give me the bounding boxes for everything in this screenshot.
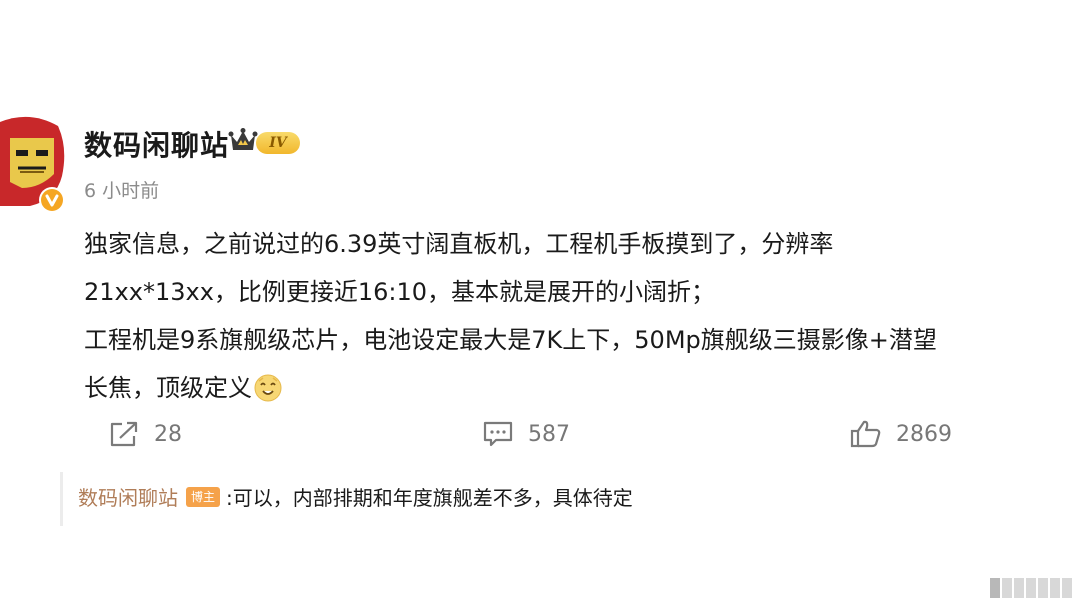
emoji-icon xyxy=(253,371,283,402)
repost-count: 28 xyxy=(154,421,182,447)
post-line-last: 长焦，顶级定义 xyxy=(84,364,1080,412)
username[interactable]: 数码闲聊站 xyxy=(84,124,229,164)
like-button[interactable]: 2869 xyxy=(850,418,952,450)
comment-button[interactable]: 587 xyxy=(482,418,570,450)
verified-badge-icon xyxy=(38,186,66,214)
dot xyxy=(1050,578,1060,598)
comment-icon xyxy=(483,421,513,447)
post-line: 21xx*13xx，比例更接近16:10，基本就是展开的小阔折； xyxy=(84,278,716,306)
dot xyxy=(1026,578,1036,598)
watermark-dots xyxy=(988,578,1072,598)
timestamp: 6 小时前 xyxy=(84,180,160,202)
post-line: 独家信息，之前说过的6.39英寸阔直板机，工程机手板摸到了，分辨率 xyxy=(84,230,834,258)
post-line-text: 长焦，顶级定义 xyxy=(84,374,252,402)
weibo-post: 数码闲聊站 IV 6 小时前 独家信息，之前说过的6.39英寸阔直板机，工程机手… xyxy=(0,0,1080,608)
reply-divider xyxy=(60,472,63,526)
repost-icon xyxy=(110,421,138,447)
crown-icon xyxy=(228,127,258,155)
dot xyxy=(1062,578,1072,598)
reply-text: :可以，内部排期和年度旗舰差不多，具体待定 xyxy=(226,486,633,510)
comment-count: 587 xyxy=(528,421,570,447)
level-badge: IV xyxy=(256,132,300,154)
dot xyxy=(1014,578,1024,598)
author-tag: 博主 xyxy=(186,486,221,507)
dot xyxy=(1038,578,1048,598)
dot xyxy=(1002,578,1012,598)
repost-button[interactable]: 28 xyxy=(108,418,182,450)
like-icon xyxy=(850,420,881,448)
reply-item[interactable]: 数码闲聊站 博主 :可以，内部排期和年度旗舰差不多，具体待定 xyxy=(78,482,633,511)
post-line: 工程机是9系旗舰级芯片，电池设定最大是7K上下，50Mp旗舰级三摄影像+潜望 xyxy=(84,326,937,354)
post-text: 独家信息，之前说过的6.39英寸阔直板机，工程机手板摸到了，分辨率 21xx*1… xyxy=(84,220,1080,412)
dot xyxy=(990,578,1000,598)
reply-username[interactable]: 数码闲聊站 xyxy=(78,482,178,511)
like-count: 2869 xyxy=(896,421,952,447)
